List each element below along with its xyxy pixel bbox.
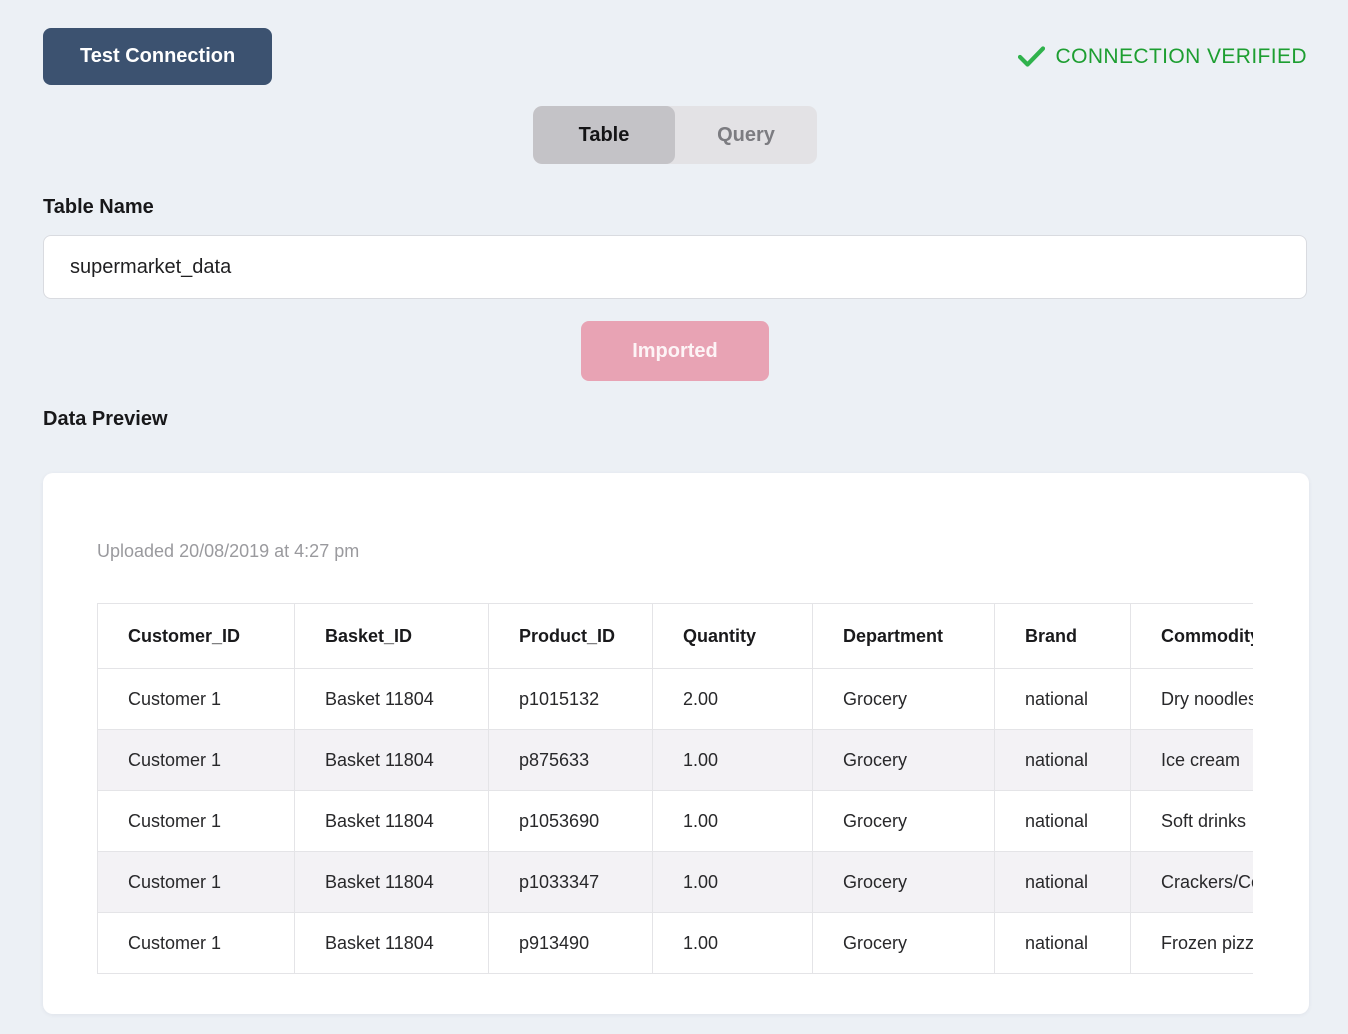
tab-query[interactable]: Query: [675, 106, 817, 164]
column-header-product_id: Product_ID: [488, 603, 653, 669]
preview-table-scroll-area[interactable]: Customer_ID Basket_ID Product_ID Quantity De…: [97, 603, 1253, 974]
column-header-quantity: Quantity: [652, 603, 813, 669]
column-header-brand: Brand: [994, 603, 1131, 669]
cell-department: Grocery: [812, 851, 995, 913]
imported-button[interactable]: Imported: [581, 321, 769, 381]
tab-table[interactable]: Table: [533, 106, 675, 164]
cell-customer_id: Customer 1: [97, 912, 295, 974]
preview-table: Customer_ID Basket_ID Product_ID Quantity De…: [97, 603, 1253, 974]
data-preview-label: Data Preview: [43, 408, 168, 430]
cell-customer_id: Customer 1: [97, 668, 295, 730]
imported-row: Imported: [43, 321, 1307, 381]
column-header-customer_id: Customer_ID: [97, 603, 295, 669]
uploaded-timestamp: Uploaded 20/08/2019 at 4:27 pm: [97, 541, 360, 561]
cell-commodity: Soft drinks: [1130, 790, 1253, 852]
cell-commodity: Crackers/Cookies: [1130, 851, 1253, 913]
cell-product_id: p913490: [488, 912, 653, 974]
column-header-department: Department: [812, 603, 995, 669]
check-icon: [1017, 46, 1045, 67]
test-connection-button[interactable]: Test Connection: [43, 28, 273, 85]
cell-brand: national: [994, 790, 1131, 852]
cell-brand: national: [994, 912, 1131, 974]
cell-quantity: 1.00: [652, 912, 813, 974]
cell-customer_id: Customer 1: [97, 851, 295, 913]
table-row: Customer 1 Basket 11804 p1053690 1.00 Grocer…: [97, 790, 1253, 852]
cell-customer_id: Customer 1: [97, 790, 295, 852]
cell-commodity: Dry noodles: [1130, 668, 1253, 730]
table-header-row: Customer_ID Basket_ID Product_ID Quantity De…: [97, 603, 1253, 669]
column-header-commodity: Commodity: [1130, 603, 1253, 669]
page: Test Connection CONNECTION VERIFIED Tabl…: [0, 0, 1348, 1034]
mode-toggle: Table Query: [533, 106, 817, 164]
cell-basket_id: Basket 11804: [294, 851, 489, 913]
cell-basket_id: Basket 11804: [294, 729, 489, 791]
table-row: Customer 1 Basket 11804 p1033347 1.00 Grocer…: [97, 851, 1253, 913]
cell-department: Grocery: [812, 729, 995, 791]
column-header-basket_id: Basket_ID: [294, 603, 489, 669]
cell-brand: national: [994, 851, 1131, 913]
cell-quantity: 2.00: [652, 668, 813, 730]
table-row: Customer 1 Basket 11804 p913490 1.00 Grocery…: [97, 912, 1253, 974]
cell-basket_id: Basket 11804: [294, 790, 489, 852]
connection-status: CONNECTION VERIFIED: [1017, 44, 1307, 69]
cell-basket_id: Basket 11804: [294, 668, 489, 730]
cell-brand: national: [994, 668, 1131, 730]
cell-commodity: Frozen pizza: [1130, 912, 1253, 974]
cell-quantity: 1.00: [652, 790, 813, 852]
table-name-label: Table Name: [43, 196, 154, 218]
cell-commodity: Ice cream: [1130, 729, 1253, 791]
cell-product_id: p1015132: [488, 668, 653, 730]
table-row: Customer 1 Basket 11804 p875633 1.00 Grocery…: [97, 729, 1253, 791]
cell-product_id: p875633: [488, 729, 653, 791]
cell-customer_id: Customer 1: [97, 729, 295, 791]
table-name-input[interactable]: [43, 235, 1307, 299]
table-row: Customer 1 Basket 11804 p1015132 2.00 Grocer…: [97, 668, 1253, 730]
cell-quantity: 1.00: [652, 729, 813, 791]
cell-product_id: p1033347: [488, 851, 653, 913]
cell-product_id: p1053690: [488, 790, 653, 852]
cell-department: Grocery: [812, 912, 995, 974]
connection-status-label: CONNECTION VERIFIED: [1055, 44, 1307, 68]
cell-quantity: 1.00: [652, 851, 813, 913]
cell-department: Grocery: [812, 668, 995, 730]
cell-basket_id: Basket 11804: [294, 912, 489, 974]
mode-toggle-row: Table Query: [43, 106, 1307, 164]
top-bar: Test Connection CONNECTION VERIFIED: [43, 28, 1307, 85]
cell-brand: national: [994, 729, 1131, 791]
cell-department: Grocery: [812, 790, 995, 852]
data-preview-card: Uploaded 20/08/2019 at 4:27 pm Customer_…: [43, 473, 1309, 1014]
